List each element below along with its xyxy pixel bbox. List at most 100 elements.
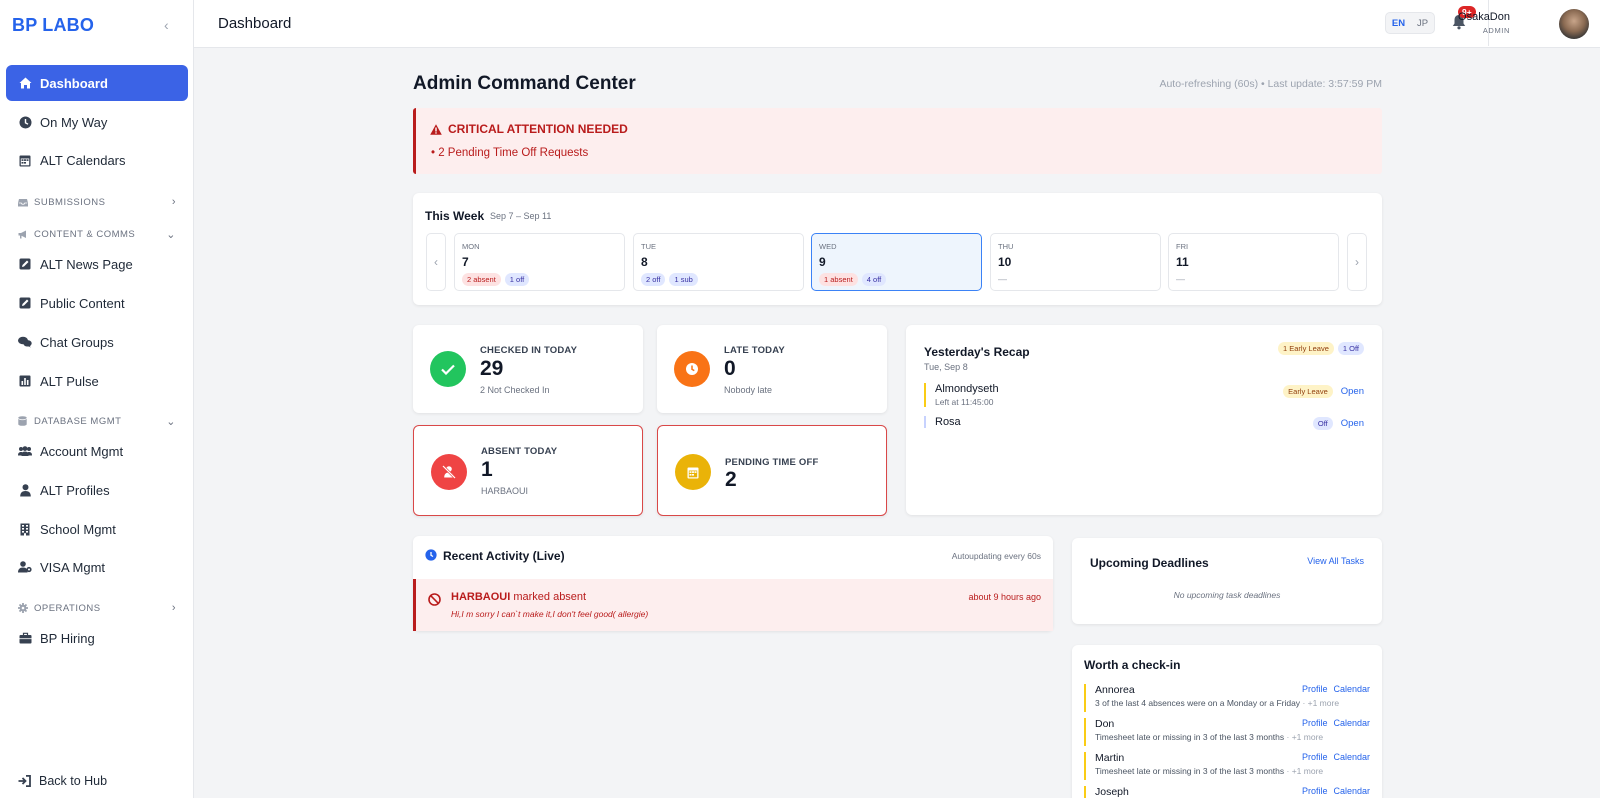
checkin-more[interactable]: · +1 more [1287, 766, 1324, 776]
tag-off: 2 off [641, 273, 666, 286]
checkin-reason: Timesheet late or missing in 3 of the la… [1095, 766, 1285, 776]
section-database-mgmt[interactable]: DATABASE MGMT ⌄ [18, 411, 176, 431]
sidebar-item-alt-calendars[interactable]: ALT Calendars [6, 142, 188, 178]
profile-link[interactable]: Profile [1302, 752, 1328, 762]
user-cog-icon [18, 560, 32, 574]
main-title: Admin Command Center [413, 73, 636, 94]
brand-logo[interactable]: BP LABO [12, 15, 94, 36]
activity-row[interactable]: HARBAOUI marked absent Hi,I m sorry I ca… [413, 579, 1053, 631]
user-role: ADMIN [1482, 26, 1510, 35]
chevron-down-icon: ⌄ [166, 228, 176, 241]
alert-title: CRITICAL ATTENTION NEEDED [448, 122, 628, 136]
sidebar-item-bp-hiring[interactable]: BP Hiring [6, 620, 188, 656]
next-week-button[interactable]: › [1347, 233, 1367, 291]
checkin-more[interactable]: · +1 more [1287, 732, 1324, 742]
day-card-wed[interactable]: WED 9 1 absent 4 off [811, 233, 982, 291]
collapse-sidebar-button[interactable]: ‹ [164, 17, 169, 33]
back-to-hub-link[interactable]: Back to Hub [18, 774, 107, 788]
sidebar-item-account-mgmt[interactable]: Account Mgmt [6, 433, 188, 469]
week-panel: This Week Sep 7 – Sep 11 ‹ MON 7 2 absen… [413, 193, 1382, 305]
profile-link[interactable]: Profile [1302, 684, 1328, 694]
lang-jp-button[interactable]: JP [1417, 18, 1428, 29]
chevron-right-icon: › [171, 196, 176, 208]
language-toggle[interactable]: EN JP [1385, 12, 1435, 34]
user-name[interactable]: OsakaDon [1458, 11, 1510, 23]
bar-chart-icon [18, 374, 32, 388]
week-title: This Week [425, 209, 485, 223]
ban-icon [428, 593, 441, 609]
week-range: Sep 7 – Sep 11 [490, 211, 552, 221]
day-card-thu[interactable]: THU 10 — [990, 233, 1161, 291]
gear-icon [18, 603, 28, 613]
checkin-row: Joseph Profile Calendar [1084, 786, 1370, 798]
sidebar-item-on-my-way[interactable]: On My Way [6, 104, 188, 140]
checkin-row: Don Timesheet late or missing in 3 of th… [1084, 718, 1370, 746]
day-name: FRI [1176, 242, 1189, 251]
deadlines-empty: No upcoming task deadlines [1173, 590, 1281, 600]
yesterday-recap-panel: Yesterday's Recap Tue, Sep 8 1 Early Lea… [906, 325, 1382, 515]
lang-en-button[interactable]: EN [1392, 18, 1405, 29]
calendar-link[interactable]: Calendar [1333, 718, 1370, 728]
sign-in-icon [18, 775, 31, 787]
stat-late[interactable]: LATE TODAY 0 Nobody late [657, 325, 887, 413]
tag-off: 4 off [861, 273, 887, 286]
alert-item-link[interactable]: • 2 Pending Time Off Requests [431, 147, 588, 159]
day-name: MON [462, 242, 480, 251]
day-card-mon[interactable]: MON 7 2 absent 1 off [454, 233, 625, 291]
calendar-link[interactable]: Calendar [1333, 684, 1370, 694]
section-submissions[interactable]: SUBMISSIONS › [18, 192, 176, 212]
section-operations[interactable]: OPERATIONS › [18, 598, 176, 618]
stat-value: 1 [481, 458, 493, 481]
day-name: THU [998, 242, 1014, 251]
checkin-reason: 3 of the last 4 absences were on a Monda… [1095, 698, 1301, 708]
inbox-icon [18, 197, 28, 207]
profile-link[interactable]: Profile [1302, 786, 1328, 796]
sidebar-item-alt-pulse[interactable]: ALT Pulse [6, 363, 188, 399]
open-link[interactable]: Open [1341, 418, 1364, 429]
chat-icon [18, 335, 32, 349]
sidebar-item-public-content[interactable]: Public Content [6, 285, 188, 321]
day-empty: — [1176, 274, 1185, 284]
day-card-tue[interactable]: TUE 8 2 off 1 sub [633, 233, 804, 291]
section-label: SUBMISSIONS [34, 196, 106, 208]
sidebar-item-label: ALT Pulse [40, 373, 99, 389]
checkin-row: Martin Timesheet late or missing in 3 of… [1084, 752, 1370, 780]
clock-icon [425, 549, 437, 564]
day-card-fri[interactable]: FRI 11 — [1168, 233, 1339, 291]
sidebar-item-school-mgmt[interactable]: School Mgmt [6, 511, 188, 547]
briefcase-icon [18, 631, 32, 645]
stat-value: 0 [724, 357, 736, 380]
tag-absent: 1 absent [819, 273, 858, 286]
stat-checked-in[interactable]: CHECKED IN TODAY 29 2 Not Checked In [413, 325, 643, 413]
calendar-link[interactable]: Calendar [1333, 752, 1370, 762]
sidebar-item-alt-profiles[interactable]: ALT Profiles [6, 472, 188, 508]
view-all-tasks-link[interactable]: View All Tasks [1307, 556, 1364, 566]
sidebar-item-chat-groups[interactable]: Chat Groups [6, 324, 188, 360]
checkin-reason: Timesheet late or missing in 3 of the la… [1095, 732, 1285, 742]
profile-link[interactable]: Profile [1302, 718, 1328, 728]
calendar-link[interactable]: Calendar [1333, 786, 1370, 796]
stat-absent[interactable]: ABSENT TODAY 1 HARBAOUI [413, 425, 643, 516]
prev-week-button[interactable]: ‹ [426, 233, 446, 291]
checkin-row: Annorea 3 of the last 4 absences were on… [1084, 684, 1370, 712]
section-content-comms[interactable]: CONTENT & COMMS ⌄ [18, 224, 176, 244]
day-name: TUE [641, 242, 656, 251]
check-icon [430, 351, 466, 387]
open-link[interactable]: Open [1341, 386, 1364, 397]
section-label: CONTENT & COMMS [34, 228, 136, 240]
worth-check-in-panel: Worth a check-in Annorea 3 of the last 4… [1072, 645, 1382, 798]
sidebar-item-alt-news-page[interactable]: ALT News Page [6, 246, 188, 282]
home-icon [18, 76, 32, 90]
calendar-icon [675, 454, 711, 490]
day-date: 9 [819, 255, 826, 269]
checkin-more[interactable]: · +1 more [1302, 698, 1339, 708]
divider [1488, 0, 1489, 46]
sidebar-item-visa-mgmt[interactable]: VISA Mgmt [6, 549, 188, 585]
sidebar-item-dashboard[interactable]: Dashboard [6, 65, 188, 101]
early-leave-badge: Early Leave [1283, 385, 1333, 398]
sidebar-item-label: Account Mgmt [40, 443, 124, 459]
stat-pending-time-off[interactable]: PENDING TIME OFF 2 [657, 425, 887, 516]
day-empty: — [998, 274, 1007, 284]
megaphone-icon [18, 229, 28, 239]
avatar[interactable] [1559, 9, 1589, 39]
